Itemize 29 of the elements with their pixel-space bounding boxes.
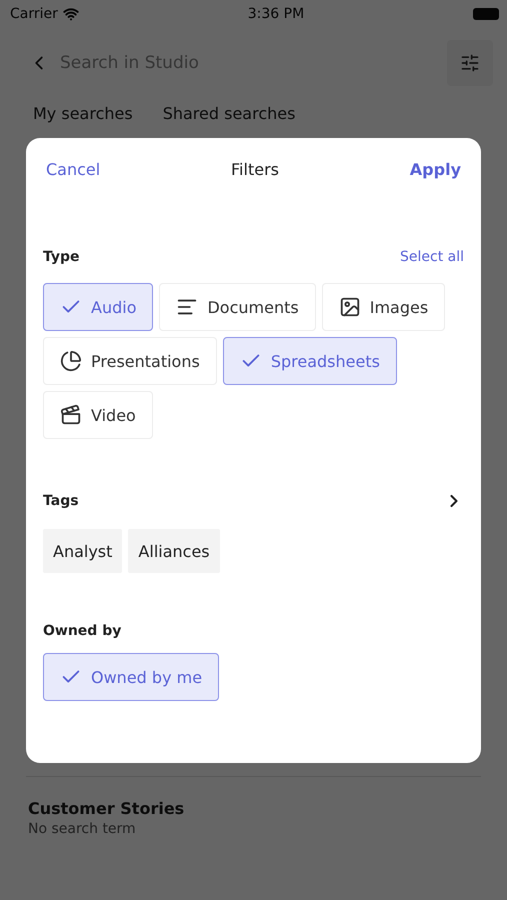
section-heading: Type (43, 249, 80, 265)
pie-chart-icon (60, 350, 82, 372)
type-chip[interactable]: Spreadsheets (222, 337, 397, 385)
wifi-icon (62, 6, 79, 22)
type-chip[interactable]: Presentations (43, 337, 217, 385)
apply-link[interactable]: Apply (410, 160, 461, 179)
battery-icon (473, 8, 499, 20)
tag-chip[interactable]: Analyst (43, 529, 122, 573)
saved-search-subtitle: No search term (28, 821, 137, 837)
sliders-icon (460, 53, 480, 73)
filter-button[interactable] (447, 40, 493, 86)
select-all-link[interactable]: Select all (400, 249, 464, 265)
dialog-title: Filters (231, 160, 279, 179)
saved-search-title: Customer Stories (28, 799, 186, 818)
tag-chip[interactable]: Alliances (128, 529, 220, 573)
tab[interactable]: My searches (33, 104, 133, 131)
owner-chip[interactable]: Owned by me (43, 653, 220, 701)
tab[interactable]: Shared searches (162, 104, 296, 131)
type-chip[interactable]: Audio (43, 283, 154, 331)
image-icon (338, 296, 361, 318)
section-heading: Tags (43, 493, 79, 509)
section-heading: Owned by (43, 623, 122, 639)
cancel-link[interactable]: Cancel (46, 160, 100, 179)
clapperboard-icon (60, 404, 82, 426)
type-chip[interactable]: Video (43, 391, 153, 439)
type-chip[interactable]: Documents (159, 283, 316, 331)
type-chip[interactable]: Images (322, 283, 446, 331)
carrier-name: Carrier (10, 6, 58, 22)
status-time: 3:36 PM (248, 6, 304, 22)
